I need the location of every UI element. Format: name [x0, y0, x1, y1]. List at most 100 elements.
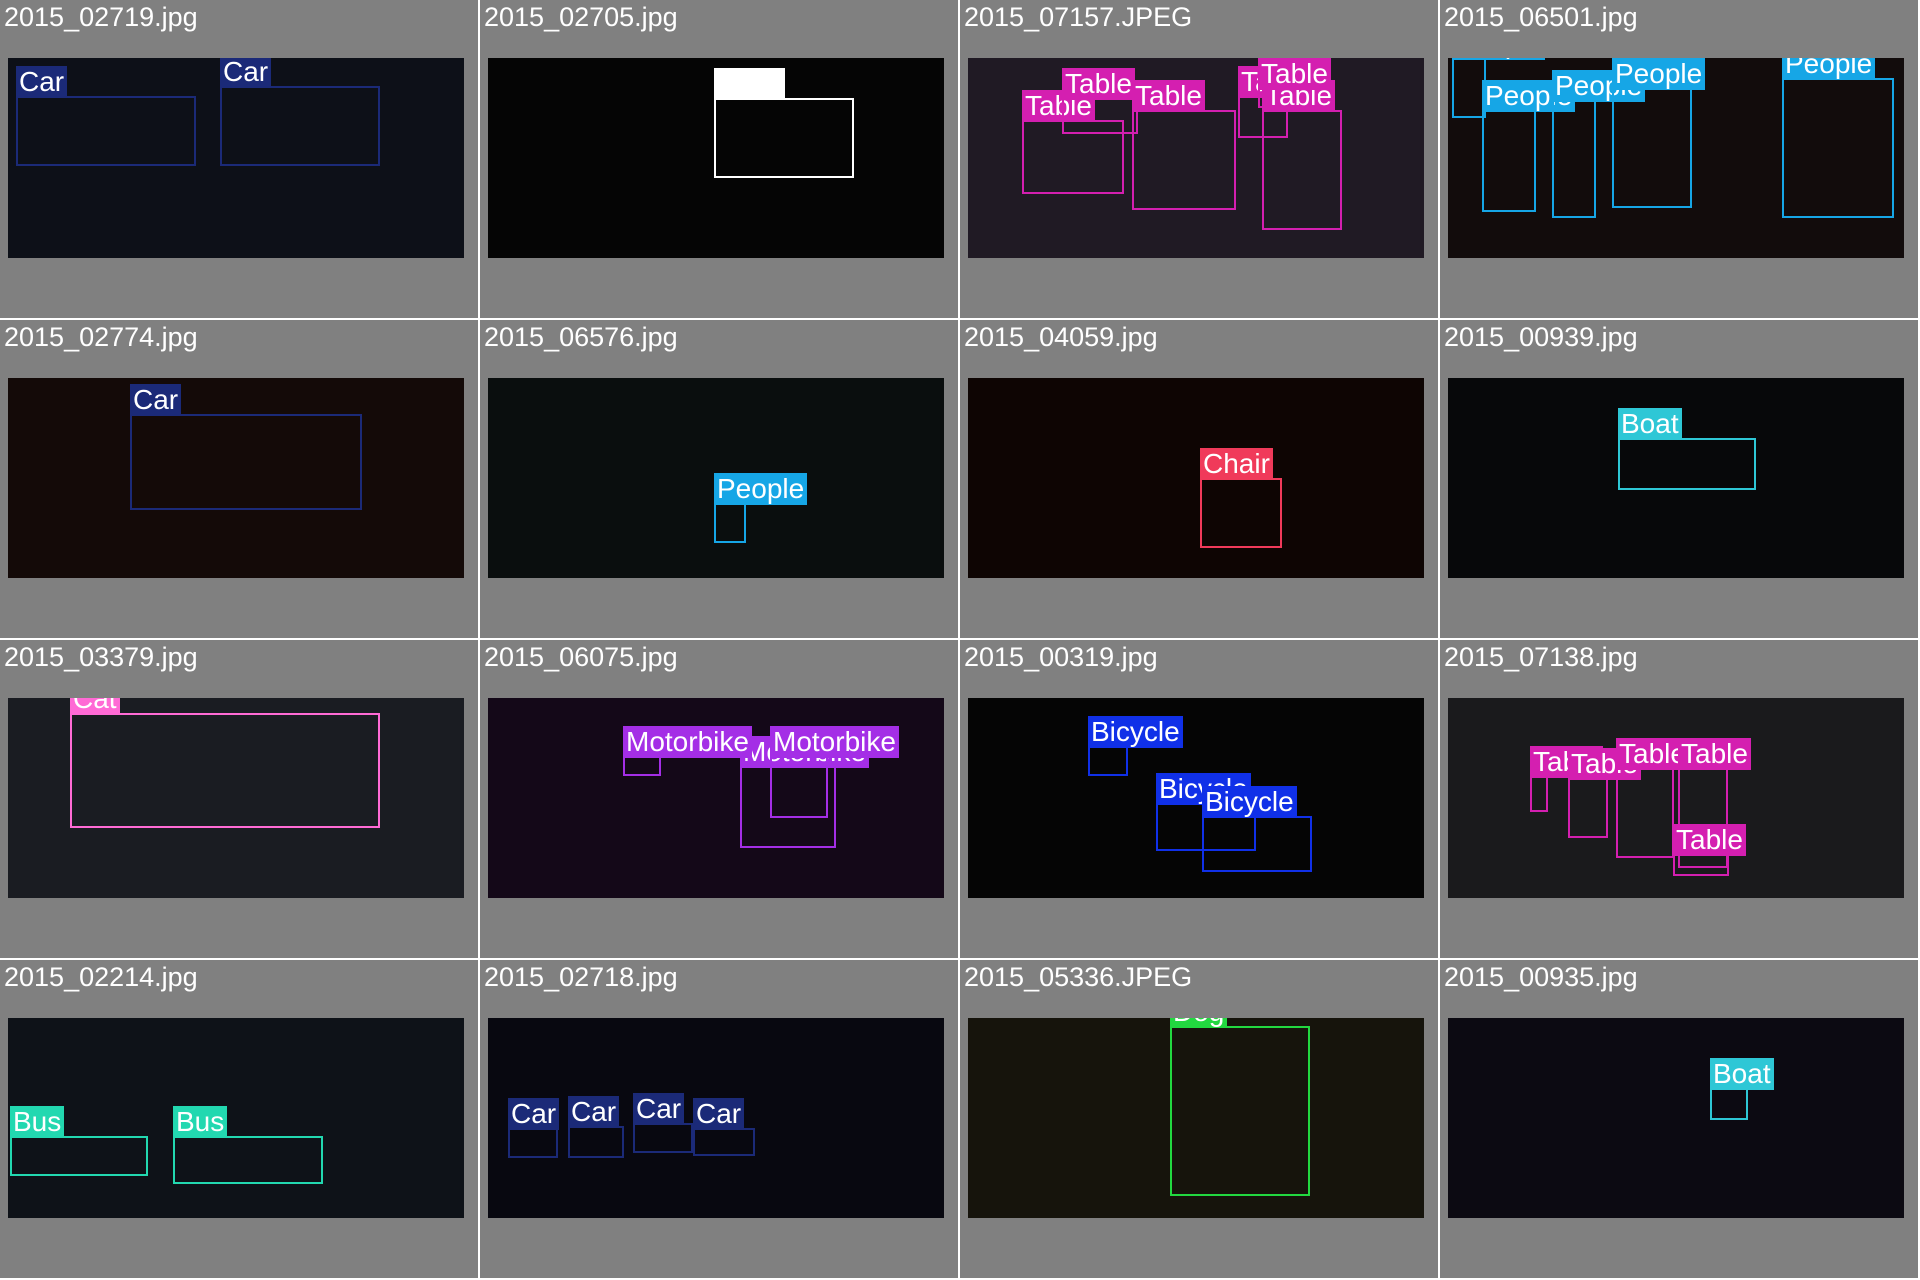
panel-filename: 2015_00935.jpg [1444, 962, 1638, 992]
detection-box: Bicycle [1088, 716, 1183, 776]
result-panel[interactable]: 2015_05336.JPEG Dog [960, 960, 1440, 1280]
detection-box: Table [1132, 80, 1236, 210]
panel-filename: 2015_06576.jpg [484, 322, 678, 352]
detection-label: Table [1132, 80, 1205, 112]
panel-filename: 2015_04059.jpg [964, 322, 1158, 352]
detection-label: People [1612, 58, 1706, 90]
detection-label: Boat [1710, 1058, 1774, 1090]
panel-image: Boat [1448, 1018, 1904, 1218]
result-panel[interactable]: 2015_02214.jpg Bus Bus [0, 960, 480, 1280]
detection-label: Car [508, 1098, 560, 1130]
panel-image: Cat [8, 698, 464, 898]
result-panel[interactable]: 2015_00939.jpg Boat [1440, 320, 1920, 640]
detection-box: Car [568, 1096, 624, 1158]
panel-image: Car Car Car Car [488, 1018, 944, 1218]
detection-box: Motorbike [623, 726, 752, 776]
panel-image: Table Table Table Table Table [1448, 698, 1904, 898]
detection-box: Table [1616, 738, 1689, 858]
panel-image: Chair [968, 378, 1424, 578]
panel-image: BicycleBicycleBicycle [968, 698, 1424, 898]
detection-label: Car [633, 1093, 685, 1125]
detection-label: CCar [714, 68, 786, 100]
result-panel[interactable]: 2015_00935.jpg Boat [1440, 960, 1920, 1280]
detection-label: Bus [10, 1106, 65, 1138]
result-panel[interactable]: 2015_02774.jpg Car [0, 320, 480, 640]
result-panel[interactable]: 2015_06501.jpgPeoplePeoplePeoplePeoplePe… [1440, 0, 1920, 320]
result-panel[interactable]: 2015_02719.jpg Car Car [0, 0, 480, 320]
panel-filename: 2015_02719.jpg [4, 2, 198, 32]
detection-label: Motorbike [770, 726, 899, 758]
detection-box: Table [1530, 746, 1603, 812]
result-panel[interactable]: 2015_02718.jpg Car Car Car Car [480, 960, 960, 1280]
detection-box: People [714, 473, 808, 543]
result-panel[interactable]: 2015_07157.JPEG Table Table Table Table Table… [960, 0, 1440, 320]
panel-image: Boat [1448, 378, 1904, 578]
detection-box: CCar [714, 68, 854, 178]
detection-label: Table [1258, 58, 1331, 90]
detection-box: Boat [1618, 408, 1756, 490]
detection-box: Table [1568, 748, 1641, 838]
detection-box: Chair [1200, 448, 1282, 548]
detection-label: Bicycle [1202, 786, 1297, 818]
panel-image: People [488, 378, 944, 578]
detection-label: Car [220, 58, 272, 88]
result-panel[interactable]: 2015_03379.jpg Cat [0, 640, 480, 960]
results-grid: 2015_02719.jpg Car Car 2015_02705.jpg CCar 20… [0, 0, 1920, 1280]
panel-filename: 2015_00939.jpg [1444, 322, 1638, 352]
detection-box: Car [693, 1098, 755, 1156]
detection-label: People [714, 473, 808, 505]
panel-filename: 2015_06075.jpg [484, 642, 678, 672]
detection-label: Table [1062, 68, 1135, 100]
detection-label: Motorbike [623, 726, 752, 758]
panel-filename: 2015_02214.jpg [4, 962, 198, 992]
panel-filename: 2015_07157.JPEG [964, 2, 1193, 32]
detection-box: People [1482, 80, 1576, 212]
detection-box: Cat [70, 698, 380, 828]
detection-label: Bicycle [1088, 716, 1183, 748]
panel-image: MotorbikeMotorbikeMotorbike [488, 698, 944, 898]
result-panel[interactable]: 2015_06576.jpg People [480, 320, 960, 640]
detection-box: Table [1062, 68, 1138, 134]
detection-label: People [1452, 58, 1546, 60]
result-panel[interactable]: 2015_07138.jpg Table Table Table Table Table [1440, 640, 1920, 960]
detection-box: Table [1673, 824, 1746, 876]
detection-box: People [1552, 70, 1646, 218]
detection-box: Car [633, 1093, 693, 1153]
detection-box: Bicycle [1202, 786, 1312, 872]
panel-filename: 2015_05336.JPEG [964, 962, 1193, 992]
result-panel[interactable]: 2015_00319.jpgBicycleBicycleBicycle [960, 640, 1440, 960]
detection-box: Table [1258, 58, 1331, 108]
detection-label: Boat [1618, 408, 1682, 440]
detection-box: Motorbike [770, 726, 899, 818]
detection-label: Car [568, 1096, 620, 1128]
detection-box: Car [16, 66, 196, 166]
panel-image: TableTableTableTableTableTable [968, 58, 1424, 258]
result-panel[interactable]: 2015_04059.jpg Chair [960, 320, 1440, 640]
detection-label: Bus [173, 1106, 228, 1138]
panel-image: Car Car [8, 58, 464, 258]
panel-image: CCar [488, 58, 944, 258]
detection-label: Car [16, 66, 68, 98]
detection-box: People [1782, 58, 1894, 218]
detection-label: Chair [1200, 448, 1273, 480]
panel-image: Dog [968, 1018, 1424, 1218]
panel-filename: 2015_03379.jpg [4, 642, 198, 672]
result-panel[interactable]: 2015_06075.jpgMotorbikeMotorbikeMotorbik… [480, 640, 960, 960]
detection-label: Car [693, 1098, 745, 1130]
panel-filename: 2015_07138.jpg [1444, 642, 1638, 672]
detection-box: People [1452, 58, 1546, 118]
detection-box: Bus [10, 1106, 148, 1176]
detection-box: People [1612, 58, 1706, 208]
detection-box: Car [220, 58, 380, 166]
detection-box: Car [130, 384, 362, 510]
detection-label: Dog [1170, 1018, 1228, 1028]
detection-box: Table [1262, 80, 1342, 230]
detection-label: Table [1673, 824, 1746, 856]
panel-image: Car [8, 378, 464, 578]
detection-label: Table [1678, 738, 1751, 770]
detection-box: Boat [1710, 1058, 1774, 1120]
result-panel[interactable]: 2015_02705.jpg CCar [480, 0, 960, 320]
detection-box: Car [508, 1098, 560, 1158]
detection-box: Dog [1170, 1018, 1310, 1196]
detection-box: Bus [173, 1106, 323, 1184]
